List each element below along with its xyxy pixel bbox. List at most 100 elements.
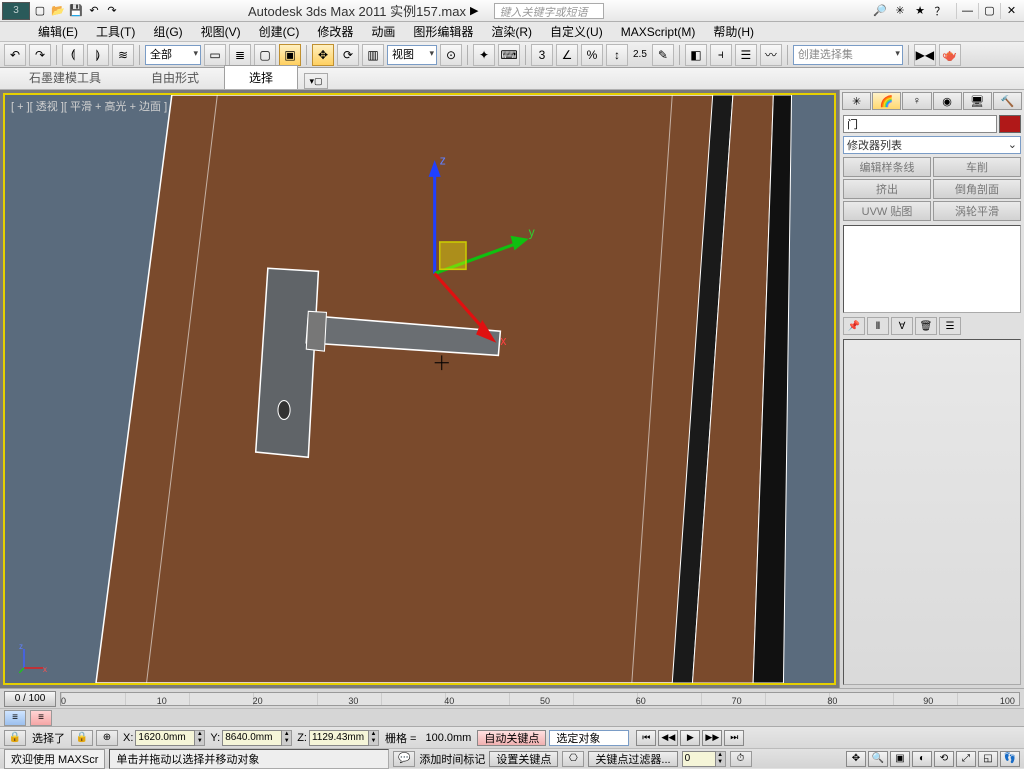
transform-type-icon[interactable]: ⊕ <box>96 730 118 746</box>
mod-turbosmooth-button[interactable]: 涡轮平滑 <box>933 201 1021 221</box>
rollout-area[interactable] <box>843 339 1021 685</box>
current-frame-spinner[interactable]: ▲▼ <box>716 751 726 767</box>
coord-z-spinner[interactable]: ▲▼ <box>369 730 379 746</box>
coord-y-spinner[interactable]: ▲▼ <box>282 730 292 746</box>
snap-toggle-button[interactable]: 3 <box>531 44 553 66</box>
save-icon[interactable]: 💾 <box>68 3 84 19</box>
tab-create-icon[interactable]: ✳ <box>842 92 871 110</box>
time-ruler[interactable]: 0 10 20 30 40 50 60 70 80 90 100 <box>60 692 1020 706</box>
menu-tools[interactable]: 工具(T) <box>88 21 143 42</box>
menu-group[interactable]: 组(G) <box>145 21 190 42</box>
manipulate-button[interactable]: ✦ <box>473 44 495 66</box>
select-region-button[interactable]: ▢ <box>254 44 276 66</box>
unlink-button[interactable]: ⟭ <box>87 44 109 66</box>
ref-coord-dropdown[interactable]: 视图 <box>387 45 437 65</box>
select-and-move-button[interactable]: ✥ <box>312 44 334 66</box>
material-editor-button[interactable]: ▶◀ <box>914 44 936 66</box>
select-and-rotate-button[interactable]: ⟳ <box>337 44 359 66</box>
track-toggle-1[interactable]: ≡ <box>4 710 26 726</box>
undo-button[interactable]: ↶ <box>4 44 26 66</box>
render-setup-button[interactable]: 🫖 <box>939 44 961 66</box>
percent-snap-button[interactable]: % <box>581 44 603 66</box>
goto-start-icon[interactable]: ⏮ <box>636 730 656 746</box>
zoom-icon[interactable]: 🔍 <box>868 751 888 767</box>
ribbon-tab-freeform[interactable]: 自由形式 <box>126 65 224 89</box>
orbit-icon[interactable]: ⟲ <box>934 751 954 767</box>
help-icon[interactable]: ？ <box>932 3 948 19</box>
new-icon[interactable]: ▢ <box>32 3 48 19</box>
mirror-button[interactable]: ◧ <box>685 44 707 66</box>
make-unique-icon[interactable]: ∀ <box>891 317 913 335</box>
time-slider-handle[interactable]: 0 / 100 <box>4 691 56 707</box>
key-mode-icon[interactable]: ⎔ <box>562 751 584 767</box>
show-end-result-icon[interactable]: Ⅱ <box>867 317 889 335</box>
mod-extrude-button[interactable]: 挤出 <box>843 179 931 199</box>
named-selection-edit-button[interactable]: ✎ <box>652 44 674 66</box>
menu-help[interactable]: 帮助(H) <box>705 21 762 42</box>
current-frame-input[interactable] <box>682 751 716 767</box>
menu-graph-editors[interactable]: 图形编辑器 <box>405 21 481 42</box>
tab-utilities-icon[interactable]: 🔨 <box>993 92 1022 110</box>
mod-edit-spline-button[interactable]: 编辑样条线 <box>843 157 931 177</box>
align-button[interactable]: ⫞ <box>710 44 732 66</box>
ribbon-tab-graphite[interactable]: 石墨建模工具 <box>4 65 126 89</box>
track-toggle-2[interactable]: ≡ <box>30 710 52 726</box>
menu-maxscript[interactable]: MAXScript(M) <box>613 23 704 41</box>
set-key-button[interactable]: 设置关键点 <box>489 751 558 767</box>
goto-end-icon[interactable]: ⏭ <box>724 730 744 746</box>
prev-frame-icon[interactable]: ◀◀ <box>658 730 678 746</box>
select-object-button[interactable]: ▭ <box>204 44 226 66</box>
time-config-icon[interactable]: ⏱ <box>730 751 752 767</box>
menu-create[interactable]: 创建(C) <box>251 21 308 42</box>
comm-center-icon[interactable]: 💬 <box>393 751 415 767</box>
menu-edit[interactable]: 编辑(E) <box>30 21 86 42</box>
pan-view-icon[interactable]: ✥ <box>846 751 866 767</box>
link-button[interactable]: ⟬ <box>62 44 84 66</box>
object-name-input[interactable] <box>843 115 997 133</box>
zoom-all-icon[interactable]: ⤢ <box>956 751 976 767</box>
menu-views[interactable]: 视图(V) <box>193 21 249 42</box>
viewport-label[interactable]: [ + ][ 透视 ][ 平滑 + 高光 + 边面 ] <box>11 98 167 114</box>
maximize-button[interactable]: ▢ <box>978 3 1000 19</box>
communication-icon[interactable]: ✳ <box>892 3 908 19</box>
zoom-extents-icon[interactable]: ▣ <box>890 751 910 767</box>
menu-customize[interactable]: 自定义(U) <box>542 21 611 42</box>
menu-animation[interactable]: 动画 <box>363 21 403 42</box>
mod-lathe-button[interactable]: 车削 <box>933 157 1021 177</box>
minimize-button[interactable]: — <box>956 3 978 19</box>
open-icon[interactable]: 📂 <box>50 3 66 19</box>
next-frame-icon[interactable]: ▶▶ <box>702 730 722 746</box>
modifier-stack[interactable] <box>843 225 1021 313</box>
coord-x-spinner[interactable]: ▲▼ <box>195 730 205 746</box>
auto-key-button[interactable]: 自动关键点 <box>477 730 546 746</box>
walk-through-icon[interactable]: 👣 <box>1000 751 1020 767</box>
binoculars-icon[interactable]: 🔎 <box>872 3 888 19</box>
select-and-scale-button[interactable]: ▥ <box>362 44 384 66</box>
modifier-list-dropdown[interactable]: 修改器列表 <box>843 136 1021 154</box>
tab-motion-icon[interactable]: ◉ <box>933 92 962 110</box>
close-button[interactable]: ✕ <box>1000 3 1022 19</box>
ribbon-tab-selection[interactable]: 选择 <box>224 65 298 89</box>
curve-editor-button[interactable]: 〰 <box>760 44 782 66</box>
window-crossing-toggle[interactable]: ▣ <box>279 44 301 66</box>
infocenter-play-icon[interactable]: ▶ <box>470 4 478 17</box>
object-color-swatch[interactable] <box>999 115 1021 133</box>
selection-filter-dropdown[interactable]: 全部 <box>145 45 201 65</box>
bind-spacewarp-button[interactable]: ≋ <box>112 44 134 66</box>
keyboard-shortcut-button[interactable]: ⌨ <box>498 44 520 66</box>
mod-uvw-map-button[interactable]: UVW 贴图 <box>843 201 931 221</box>
favorites-icon[interactable]: ★ <box>912 3 928 19</box>
menu-modifiers[interactable]: 修改器 <box>309 21 361 42</box>
pivot-center-button[interactable]: ⊙ <box>440 44 462 66</box>
coord-x-input[interactable] <box>135 730 195 746</box>
remove-modifier-icon[interactable]: 🗑 <box>915 317 937 335</box>
app-logo[interactable]: 3 <box>2 2 30 20</box>
play-icon[interactable]: ▶ <box>680 730 700 746</box>
viewport-perspective[interactable]: [ + ][ 透视 ][ 平滑 + 高光 + 边面 ] <box>3 93 836 685</box>
angle-snap-button[interactable]: ∠ <box>556 44 578 66</box>
menu-rendering[interactable]: 渲染(R) <box>483 21 540 42</box>
maxscript-listener[interactable]: 欢迎使用 MAXScr <box>4 749 105 769</box>
mod-bevel-profile-button[interactable]: 倒角剖面 <box>933 179 1021 199</box>
select-by-name-button[interactable]: ≣ <box>229 44 251 66</box>
layer-manager-button[interactable]: ☰ <box>735 44 757 66</box>
